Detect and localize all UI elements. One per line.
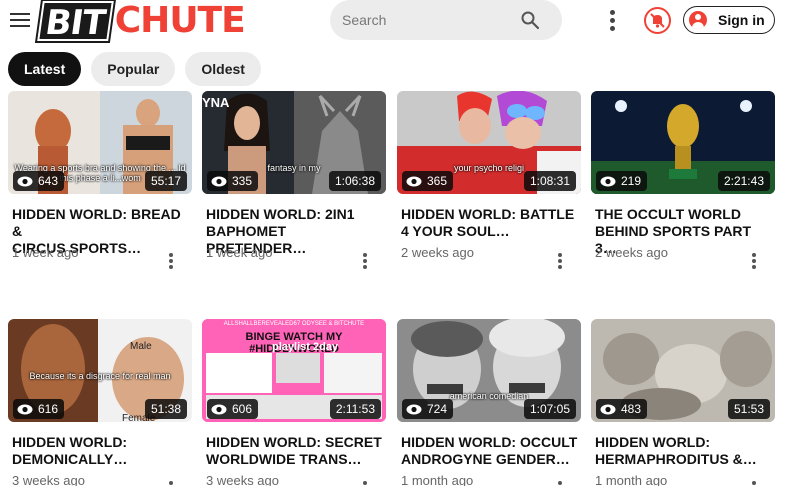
video-title[interactable]: HIDDEN WORLD: OCCULT ANDROGYNE GENDER… [401,434,581,468]
video-duration: 2:11:53 [329,399,381,419]
eye-icon [600,404,616,414]
view-count: 365 [402,171,454,191]
logo-chute: CHUTE [114,0,246,41]
tab-oldest[interactable]: Oldest [185,52,261,86]
notifications-off-icon[interactable] [644,7,671,34]
more-vertical-icon[interactable] [166,253,176,271]
top-header: BIT CHUTE Sign in [0,0,789,43]
video-thumbnail[interactable]: Wearing a sports bra and showing the ...… [8,91,192,194]
eye-icon [211,404,227,414]
eye-icon [406,404,422,414]
eye-icon [17,176,33,186]
sort-tabs: Latest Popular Oldest [8,52,261,86]
thumbnail-subtitle: playlist 2day [272,341,339,353]
video-duration: 2:21:43 [717,171,770,191]
search-bar [330,0,562,40]
video-thumbnail[interactable]: 219 2:21:43 [591,91,775,194]
video-thumbnail[interactable]: your psycho religi 365 1:08:31 [397,91,581,194]
tab-latest[interactable]: Latest [8,52,82,86]
video-age: 1 month ago [595,473,668,486]
view-count: 606 [207,399,259,419]
eye-icon [406,176,422,186]
search-input[interactable] [342,0,512,40]
view-count: 724 [402,399,454,419]
view-count-value: 219 [621,174,642,188]
user-icon [689,11,707,29]
video-title[interactable]: HIDDEN WORLD: HERMAPHRODITUS &… [595,434,775,468]
thumbnail-label: Male [130,341,152,352]
video-duration: 1:06:38 [328,171,381,191]
sign-in-button[interactable]: Sign in [683,6,775,34]
video-duration: 51:38 [144,399,187,419]
view-count-value: 335 [232,174,253,188]
more-vertical-icon[interactable] [555,253,565,271]
view-count-value: 365 [427,174,448,188]
video-duration: 55:17 [144,171,187,191]
eye-icon [17,404,33,414]
view-count-value: 643 [38,174,59,188]
eye-icon [211,176,227,186]
view-count: 335 [207,171,259,191]
video-title[interactable]: HIDDEN WORLD: BATTLE 4 YOUR SOUL… [401,206,581,240]
video-age: 1 week ago [12,245,79,260]
bitchute-logo[interactable]: BIT CHUTE [37,0,246,43]
view-count-value: 616 [38,402,59,416]
menu-icon[interactable] [10,10,32,30]
thumbnail-header: ALLSHALLBEREVEALED67 ODYSEE & BITCHUTE [223,321,365,327]
search-icon[interactable] [520,10,540,30]
sign-in-label: Sign in [718,12,765,28]
more-vertical-icon[interactable] [749,253,759,271]
video-age: 2 weeks ago [595,245,668,260]
tab-popular[interactable]: Popular [91,52,176,86]
thumbnail-caption: Because its a disgrace for real man [29,371,171,381]
view-count: 219 [596,171,648,191]
video-age: 1 month ago [401,473,474,486]
video-thumbnail[interactable]: Male Female Because its a disgrace for r… [8,319,192,422]
thumbnail-logo-text: YNA [202,95,230,110]
more-vertical-icon[interactable] [360,253,370,271]
video-thumbnail[interactable]: 483 51:53 [591,319,775,422]
view-count-value: 724 [427,402,448,416]
video-age: 1 week ago [206,245,273,260]
video-age: 3 weeks ago [12,473,85,486]
view-count: 483 [596,399,648,419]
video-duration: 51:53 [727,399,770,419]
video-age: 3 weeks ago [206,473,279,486]
more-vertical-icon[interactable] [749,481,759,486]
logo-bit: BIT [37,1,114,43]
more-vertical-icon[interactable] [555,481,565,486]
video-duration: 1:07:05 [523,399,576,419]
video-title[interactable]: HIDDEN WORLD: DEMONICALLY… [12,434,192,468]
video-title[interactable]: HIDDEN WORLD: SECRET WORLDWIDE TRANS… [206,434,386,468]
more-vertical-icon[interactable] [604,8,620,34]
view-count: 643 [13,171,65,191]
more-vertical-icon[interactable] [360,481,370,486]
video-thumbnail[interactable]: ALLSHALLBEREVEALED67 ODYSEE & BITCHUTE B… [202,319,386,422]
video-thumbnail[interactable]: american comedian 724 1:07:05 [397,319,581,422]
view-count-value: 606 [232,402,253,416]
video-age: 2 weeks ago [401,245,474,260]
view-count: 616 [13,399,65,419]
video-thumbnail[interactable]: YNA fantasy in my 335 1:06:38 [202,91,386,194]
view-count-value: 483 [621,402,642,416]
video-duration: 1:08:31 [523,171,576,191]
more-vertical-icon[interactable] [166,481,176,486]
eye-icon [600,176,616,186]
